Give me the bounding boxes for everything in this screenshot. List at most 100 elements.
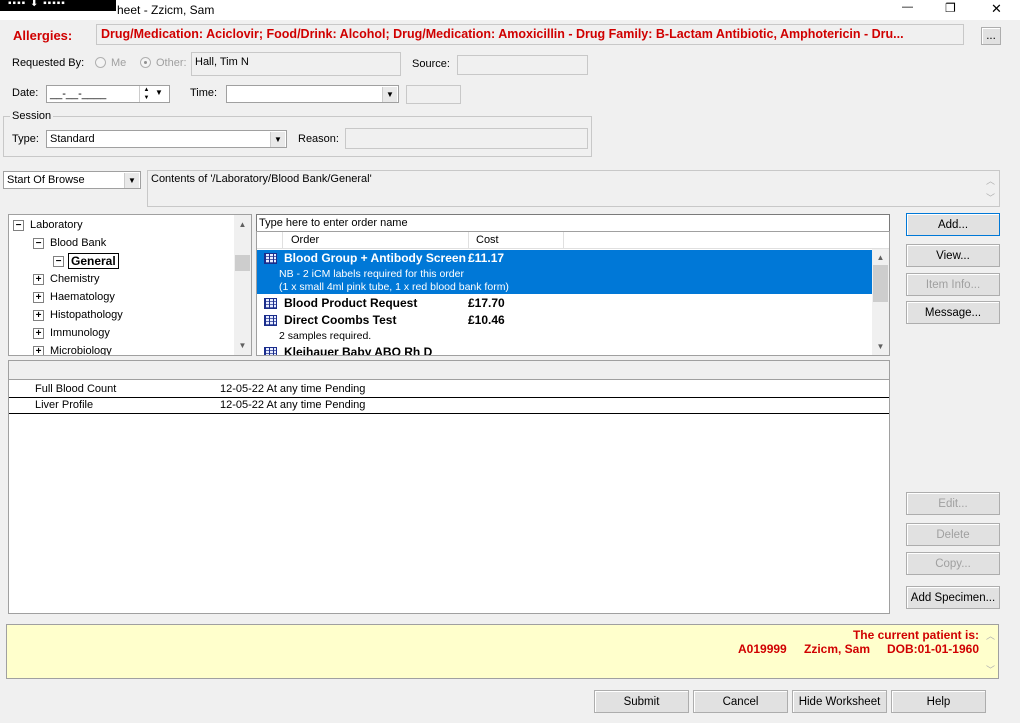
delete-button[interactable]: Delete	[906, 523, 1000, 546]
allergies-more-button[interactable]: ...	[981, 27, 1001, 45]
order-grid-icon	[264, 298, 277, 309]
tree-item-chemistry[interactable]: + Chemistry	[33, 270, 100, 288]
date-field[interactable]: __-__-____ ▲ ▼ ▼	[46, 85, 170, 103]
browse-select[interactable]: Start Of Browse ▼	[3, 171, 141, 189]
window-title: heet - Zzicm, Sam	[117, 3, 215, 17]
session-type-select[interactable]: Standard ▼	[46, 130, 287, 148]
order-name: Blood Group + Antibody Screen	[284, 251, 466, 265]
item-info-button[interactable]: Item Info...	[906, 273, 1000, 296]
radio-other-icon[interactable]	[140, 57, 151, 68]
selected-order-when: 12-05-22 At any time	[220, 383, 322, 395]
expand-icon[interactable]: +	[33, 291, 44, 303]
view-button[interactable]: View...	[906, 244, 1000, 267]
chevron-down-icon[interactable]: ﹀	[986, 191, 995, 204]
tree-item-blood-bank[interactable]: − Blood Bank	[33, 234, 106, 252]
chevron-up-icon[interactable]: ︿	[986, 629, 995, 642]
expand-icon[interactable]: +	[33, 345, 44, 355]
order-cost: £17.70	[468, 296, 505, 310]
add-button[interactable]: Add...	[906, 213, 1000, 236]
copy-button[interactable]: Copy...	[906, 552, 1000, 575]
selected-order-name: Liver Profile	[35, 399, 94, 411]
tree-item-immunology[interactable]: + Immunology	[33, 324, 110, 342]
order-row[interactable]: Kleihauer Baby ABO Rh D	[257, 344, 872, 355]
order-row[interactable]: Blood Product Request £17.70	[257, 295, 872, 312]
patient-banner: The current patient is: A019999 Zzicm, S…	[6, 624, 999, 679]
close-icon[interactable]: ✕	[991, 1, 1002, 17]
scroll-thumb[interactable]	[873, 265, 888, 302]
order-grid-icon	[264, 347, 277, 355]
column-header-cost[interactable]: Cost	[476, 234, 499, 246]
tree-item-label: Immunology	[50, 327, 110, 339]
column-header-order[interactable]: Order	[291, 234, 319, 246]
add-specimen-button[interactable]: Add Specimen...	[906, 586, 1000, 609]
radio-me-label: Me	[111, 57, 127, 69]
tree-scrollbar[interactable]: ▲ ▼	[234, 215, 251, 355]
order-row[interactable]: Blood Group + Antibody Screen £11.17 NB …	[257, 250, 872, 294]
time-select[interactable]: ▼	[226, 85, 399, 103]
source-field	[457, 55, 588, 75]
tree-item-laboratory[interactable]: − Laboratory	[13, 216, 83, 234]
order-search-input[interactable]: Type here to enter order name	[256, 214, 890, 232]
edit-button[interactable]: Edit...	[906, 492, 1000, 515]
collapse-icon[interactable]: −	[53, 255, 64, 267]
selected-order-status: Pending	[325, 383, 366, 395]
browse-contents-field: Contents of '/Laboratory/Blood Bank/Gene…	[147, 170, 1000, 207]
expand-icon[interactable]: +	[33, 273, 44, 285]
message-button[interactable]: Message...	[906, 301, 1000, 324]
selected-order-name: Full Blood Count	[35, 383, 117, 395]
order-note: NB - 2 iCM labels required for this orde…	[279, 268, 464, 280]
patient-name: Zzicm, Sam	[804, 642, 871, 656]
session-group-label: Session	[10, 110, 54, 122]
chevron-down-icon[interactable]: ▼	[234, 338, 251, 353]
selected-order-row[interactable]: Full Blood Count 12-05-22 At any time Pe…	[9, 382, 889, 398]
submit-button[interactable]: Submit	[594, 690, 689, 713]
reason-field	[345, 128, 588, 149]
tree-item-haematology[interactable]: + Haematology	[33, 288, 115, 306]
expand-icon[interactable]: +	[33, 309, 44, 321]
minimize-icon[interactable]: —	[902, 1, 913, 13]
collapse-icon[interactable]: −	[33, 237, 44, 249]
order-list-scrollbar[interactable]: ▲ ▼	[872, 249, 889, 355]
chevron-down-icon[interactable]: ﹀	[986, 663, 995, 676]
order-row[interactable]: Direct Coombs Test £10.46 2 samples requ…	[257, 312, 872, 344]
browse-contents-text: Contents of '/Laboratory/Blood Bank/Gene…	[151, 173, 372, 185]
spin-icon[interactable]: ▲ ▼	[139, 86, 153, 102]
session-type-value: Standard	[50, 133, 95, 145]
session-type-label: Type:	[12, 133, 39, 145]
selected-orders-list: Full Blood Count 12-05-22 At any time Pe…	[8, 360, 890, 614]
cancel-button[interactable]: Cancel	[693, 690, 788, 713]
selected-order-row[interactable]: Liver Profile 12-05-22 At any time Pendi…	[9, 398, 889, 414]
help-button[interactable]: Help	[891, 690, 986, 713]
chevron-up-icon[interactable]: ▲	[872, 250, 889, 265]
selected-order-when: 12-05-22 At any time	[220, 399, 322, 411]
chevron-up-icon[interactable]: ︿	[986, 174, 995, 187]
hide-worksheet-button[interactable]: Hide Worksheet	[792, 690, 887, 713]
patient-dob: DOB:01-01-1960	[886, 642, 979, 656]
collapse-icon[interactable]: −	[13, 219, 24, 231]
chevron-down-icon[interactable]: ▼	[270, 132, 285, 147]
radio-me-icon[interactable]	[95, 57, 106, 68]
restore-icon[interactable]: ❐	[945, 1, 956, 15]
tree-item-general[interactable]: − General	[53, 252, 119, 270]
chevron-up-icon[interactable]: ▲	[234, 217, 251, 232]
chevron-down-icon[interactable]: ▼	[124, 173, 139, 188]
chevron-down-icon[interactable]: ▼	[872, 339, 889, 354]
allergies-field: Drug/Medication: Aciclovir; Food/Drink: …	[96, 24, 964, 45]
order-name: Blood Product Request	[284, 296, 418, 310]
order-name: Direct Coombs Test	[284, 313, 397, 327]
order-list: Order Cost Blood Group + Antibody Screen…	[256, 231, 890, 356]
source-label: Source:	[412, 58, 450, 70]
expand-icon[interactable]: +	[33, 327, 44, 339]
patient-id: A019999	[738, 642, 787, 656]
tree-item-microbiology[interactable]: + Microbiology	[33, 342, 112, 356]
chevron-down-icon[interactable]: ▼	[155, 88, 163, 97]
scroll-thumb[interactable]	[235, 255, 250, 271]
category-tree: − Laboratory − Blood Bank − General + Ch…	[8, 214, 252, 356]
order-note: (1 x small 4ml pink tube, 1 x red blood …	[279, 281, 509, 293]
chevron-down-icon[interactable]: ▼	[382, 87, 397, 102]
tree-item-histopathology[interactable]: + Histopathology	[33, 306, 123, 324]
tree-item-label: Microbiology	[50, 345, 112, 356]
order-note: 2 samples required.	[279, 330, 372, 342]
browse-select-value: Start Of Browse	[7, 174, 85, 186]
allergies-label: Allergies:	[13, 28, 73, 43]
